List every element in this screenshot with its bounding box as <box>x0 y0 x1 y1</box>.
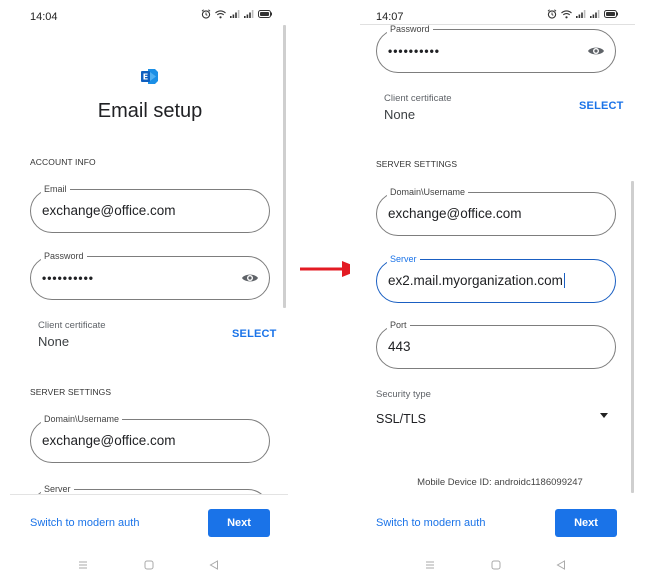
domain-username-label: Domain\Username <box>41 413 123 425</box>
alarm-icon <box>201 9 211 19</box>
signal-icon <box>230 10 240 18</box>
domain-username-field[interactable]: Domain\Username exchange@office.com <box>376 186 616 236</box>
password-field-label: Password <box>41 250 87 262</box>
server-field-label: Server <box>387 253 420 265</box>
svg-text:E: E <box>143 73 148 82</box>
home-icon[interactable] <box>491 560 501 570</box>
mobile-device-id: Mobile Device ID: androidc1186099247 <box>417 477 583 488</box>
domain-username-field[interactable]: Domain\Username exchange@office.com <box>30 413 270 463</box>
switch-to-modern-auth-link[interactable]: Switch to modern auth <box>30 517 139 529</box>
domain-username-value: exchange@office.com <box>42 433 176 448</box>
security-type-select[interactable]: SSL/TLS <box>376 405 616 431</box>
show-password-icon[interactable] <box>241 271 259 285</box>
client-certificate-label: Client certificate <box>38 320 106 331</box>
domain-username-label: Domain\Username <box>387 186 469 198</box>
server-settings-heading: SERVER SETTINGS <box>30 387 112 397</box>
client-certificate-value: None <box>38 334 70 349</box>
system-nav-bar <box>0 560 300 574</box>
client-certificate-label: Client certificate <box>384 93 452 104</box>
scrollbar[interactable] <box>283 25 286 308</box>
system-nav-bar <box>350 560 650 574</box>
text-caret <box>563 273 566 288</box>
status-time: 14:07 <box>376 11 404 23</box>
account-info-heading: ACCOUNT INFO <box>30 157 96 167</box>
server-field-value: ex2.mail.myorganization.com <box>388 273 566 288</box>
scrollbar[interactable] <box>631 181 634 493</box>
password-field-clip: Password •••••••••• <box>350 25 650 75</box>
select-certificate-button[interactable]: SELECT <box>232 328 277 340</box>
email-field-label: Email <box>41 183 70 195</box>
domain-username-value: exchange@office.com <box>388 206 522 221</box>
right-screen: 14:07 Password •••••••••• Client certifi… <box>350 0 650 575</box>
server-field-text: ex2.mail.myorganization.com <box>388 273 563 288</box>
home-icon[interactable] <box>144 560 154 570</box>
wifi-icon <box>561 9 572 18</box>
security-type-label: Security type <box>376 389 431 400</box>
server-field-clip: Server <box>0 485 300 494</box>
client-certificate-value: None <box>384 107 416 122</box>
menu-icon[interactable] <box>425 560 435 570</box>
server-field-label: Server <box>41 485 74 494</box>
password-field-value: •••••••••• <box>388 44 441 58</box>
port-field[interactable]: Port 443 <box>376 319 616 369</box>
switch-to-modern-auth-link[interactable]: Switch to modern auth <box>376 517 485 529</box>
page-title: Email setup <box>97 100 203 122</box>
battery-icon <box>258 10 272 18</box>
footer-divider <box>10 494 288 495</box>
password-field[interactable]: Password •••••••••• <box>376 25 616 73</box>
dropdown-arrow-icon <box>600 413 608 418</box>
signal-icon <box>590 10 600 18</box>
password-field-label: Password <box>387 25 433 35</box>
select-certificate-button[interactable]: SELECT <box>579 100 624 112</box>
menu-icon[interactable] <box>78 560 88 570</box>
back-icon[interactable] <box>209 560 219 570</box>
show-password-icon[interactable] <box>587 44 605 58</box>
password-field-value: •••••••••• <box>42 271 95 285</box>
status-time: 14:04 <box>30 11 58 23</box>
next-button[interactable]: Next <box>208 509 270 537</box>
next-button[interactable]: Next <box>555 509 617 537</box>
port-field-value: 443 <box>388 339 411 354</box>
left-screen: 14:04 E Email setup ACCOUNT INFO Email e… <box>0 0 300 575</box>
status-icons <box>201 9 272 19</box>
signal-icon <box>244 10 254 18</box>
security-type-value: SSL/TLS <box>376 412 427 426</box>
email-field[interactable]: Email exchange@office.com <box>30 183 270 233</box>
wifi-icon <box>215 9 226 18</box>
password-field[interactable]: Password •••••••••• <box>30 250 270 300</box>
signal-icon <box>576 10 586 18</box>
alarm-icon <box>547 9 557 19</box>
status-icons <box>547 9 618 19</box>
server-field[interactable]: Server ex2.mail.myorganization.com <box>376 253 616 303</box>
server-settings-heading: SERVER SETTINGS <box>376 159 458 169</box>
back-icon[interactable] <box>556 560 566 570</box>
battery-icon <box>604 10 618 18</box>
port-field-label: Port <box>387 319 410 331</box>
email-field-value: exchange@office.com <box>42 203 176 218</box>
exchange-logo-icon: E <box>141 69 158 84</box>
